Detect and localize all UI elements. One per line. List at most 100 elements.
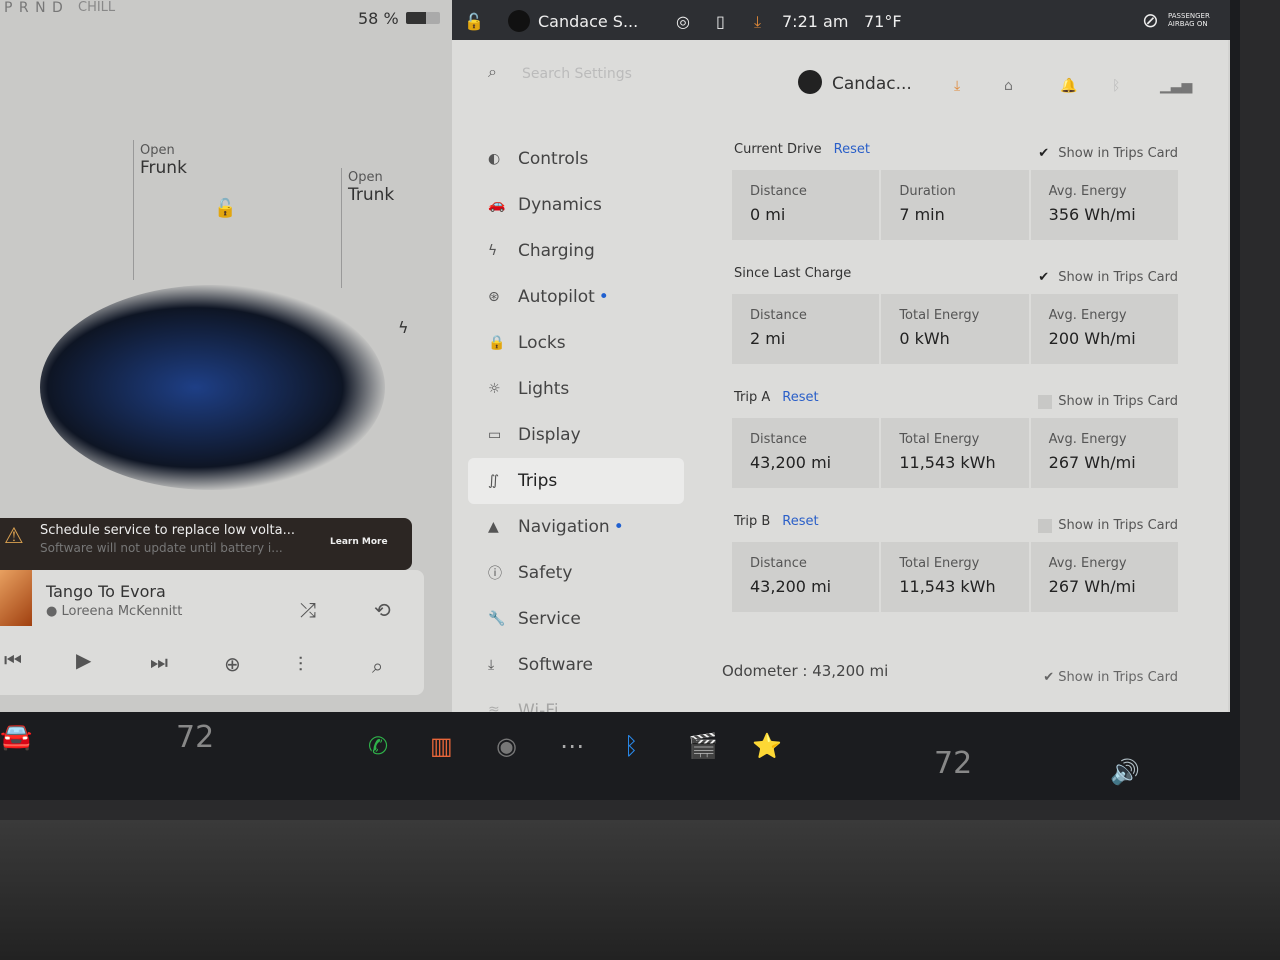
checkbox-icon xyxy=(1038,394,1053,409)
driver-temp[interactable]: 72 xyxy=(176,720,214,755)
passenger-temp[interactable]: 72 xyxy=(934,746,972,781)
section-header: Current Drive Reset xyxy=(734,142,870,157)
download-icon[interactable]: ⤓ xyxy=(754,12,761,32)
menu-item-controls[interactable]: ◐ Controls xyxy=(468,136,684,182)
trips-content: Current Drive Reset ✔ Show in Trips Card Dis… xyxy=(722,136,1178,685)
stat-value: 267 Wh/mi xyxy=(1048,577,1136,596)
song-title: Tango To Evora xyxy=(46,582,166,601)
menu-icon: ▲ xyxy=(488,519,499,535)
volume-icon[interactable]: 🔊 xyxy=(1110,758,1140,786)
user-name[interactable]: Candac... xyxy=(832,74,912,94)
stat-label: Avg. Energy xyxy=(1048,556,1127,571)
next-icon[interactable]: ⏭ xyxy=(150,650,168,674)
toybox-icon[interactable]: ⭐ xyxy=(752,732,782,760)
menu-dot: • xyxy=(598,287,609,307)
bluetooth-app-icon[interactable]: ᛒ xyxy=(624,732,638,760)
album-art xyxy=(0,570,32,626)
menu-icon: ◐ xyxy=(488,151,501,167)
reset-button[interactable]: Reset xyxy=(782,514,818,529)
media-search-icon[interactable]: ⌕ xyxy=(372,654,383,678)
trip-section: Current Drive Reset ✔ Show in Trips Card Dis… xyxy=(722,136,1178,260)
stat-label: Avg. Energy xyxy=(1048,432,1127,447)
section-header: Trip B Reset xyxy=(734,514,819,529)
stat-card: Distance 43,200 mi xyxy=(732,542,880,612)
stat-label: Distance xyxy=(750,308,807,323)
search-settings-input[interactable]: Search Settings xyxy=(522,66,632,82)
media-player: Tango To Evora ● Loreena McKennitt ⤮ ⟲ ⏮… xyxy=(0,570,424,695)
menu-item-charging[interactable]: ϟ Charging xyxy=(468,228,684,274)
show-in-trips-checkbox[interactable]: ✔ Show in Trips Card xyxy=(1038,270,1178,285)
menu-label: Charging xyxy=(518,241,595,261)
trunk-action: Open xyxy=(348,170,383,185)
equalizer-icon[interactable]: ⫶ xyxy=(298,652,303,676)
menu-item-locks[interactable]: 🔒 Locks xyxy=(468,320,684,366)
theater-icon[interactable]: 🎬 xyxy=(688,732,718,760)
open-trunk-button[interactable]: Open Trunk xyxy=(348,170,394,205)
menu-item-dynamics[interactable]: 🚗 Dynamics xyxy=(468,182,684,228)
airbag-status: PASSENGER AIRBAG ON xyxy=(1168,12,1210,28)
trip-section: Since Last Charge ✔ Show in Trips Card Dist… xyxy=(722,260,1178,384)
checkbox-label: Show in Trips Card xyxy=(1058,394,1178,409)
drive-mode: CHILL xyxy=(78,0,116,15)
stat-cards: Distance 0 mi Duration 7 min Avg. Energy 356 … xyxy=(732,170,1178,240)
stat-card: Avg. Energy 356 Wh/mi xyxy=(1030,170,1178,240)
lock-icon[interactable]: 🔓 xyxy=(464,12,484,31)
show-in-trips-checkbox[interactable]: ✔ Show in Trips Card xyxy=(1038,146,1178,161)
stat-label: Distance xyxy=(750,432,807,447)
car-icon[interactable]: 🚘 xyxy=(0,722,32,752)
stat-card: Avg. Energy 200 Wh/mi xyxy=(1030,294,1178,364)
download-icon[interactable]: ⤓ xyxy=(954,78,960,94)
play-icon[interactable]: ▶ xyxy=(76,648,91,672)
unlock-icon[interactable]: 🔓 xyxy=(214,198,236,219)
add-favorite-icon[interactable]: ⊕ xyxy=(224,652,241,676)
settings-content: ⌕ Search Settings Candac... ⤓ ⌂ 🔔 ᛒ ▁▃▅ … xyxy=(452,40,1228,721)
menu-item-autopilot[interactable]: ⊛ Autopilot • xyxy=(468,274,684,320)
car-panel: P R N D CHILL 58 % Open Frunk 🔓 Open Trunk… xyxy=(0,0,452,712)
previous-icon[interactable]: ⏮ xyxy=(4,648,22,672)
shuffle-icon[interactable]: ⤮ xyxy=(300,598,316,622)
reset-button[interactable]: Reset xyxy=(782,390,818,405)
menu-item-trips[interactable]: ∬ Trips xyxy=(468,458,684,504)
service-alert[interactable]: ⚠ Schedule service to replace low volta.… xyxy=(0,518,412,570)
stat-label: Avg. Energy xyxy=(1048,308,1127,323)
odometer-show-checkbox[interactable]: ✔ Show in Trips Card xyxy=(1043,670,1178,685)
charge-port-icon[interactable]: ϟ xyxy=(398,318,409,337)
menu-item-service[interactable]: 🔧 Service xyxy=(468,596,684,642)
more-apps-icon[interactable]: ⋯ xyxy=(560,732,584,760)
profile-name[interactable]: Candace S... xyxy=(538,12,638,31)
stat-label: Avg. Energy xyxy=(1048,184,1127,199)
voice-icon[interactable]: ▥ xyxy=(430,732,453,760)
menu-item-safety[interactable]: ⓘ Safety xyxy=(468,550,684,596)
stat-value: 356 Wh/mi xyxy=(1048,205,1136,224)
stat-value: 11,543 kWh xyxy=(899,577,996,596)
menu-icon: ∬ xyxy=(488,473,500,489)
user-avatar[interactable] xyxy=(798,70,822,94)
odometer-show-label: Show in Trips Card xyxy=(1058,670,1178,685)
outside-temp: 71°F xyxy=(864,12,902,31)
camera-icon[interactable]: ◉ xyxy=(496,732,517,760)
menu-item-lights[interactable]: ☼ Lights xyxy=(468,366,684,412)
menu-item-navigation[interactable]: ▲ Navigation • xyxy=(468,504,684,550)
menu-item-software[interactable]: ⤓ Software xyxy=(468,642,684,688)
menu-item-display[interactable]: ▭ Display xyxy=(468,412,684,458)
open-frunk-button[interactable]: Open Frunk xyxy=(140,143,187,178)
homelink-icon[interactable]: ⌂ xyxy=(1004,78,1013,94)
menu-icon: ☼ xyxy=(488,381,501,397)
airbag-icon: ⊘ xyxy=(1142,8,1159,32)
learn-more-button[interactable]: Learn More xyxy=(330,537,388,547)
notification-bell-icon[interactable]: 🔔 xyxy=(1060,78,1077,94)
repeat-icon[interactable]: ⟲ xyxy=(374,598,391,622)
lte-signal-icon: ▁▃▅ xyxy=(1160,78,1193,94)
sentry-icon[interactable]: ◎ xyxy=(676,12,690,31)
checkbox-label: Show in Trips Card xyxy=(1058,270,1178,285)
profile-avatar[interactable] xyxy=(508,10,530,32)
phone-icon[interactable]: ✆ xyxy=(368,732,388,760)
stat-label: Total Energy xyxy=(899,308,980,323)
section-header: Since Last Charge xyxy=(734,266,851,281)
show-in-trips-checkbox[interactable]: Show in Trips Card xyxy=(1038,394,1178,409)
checkbox-label: Show in Trips Card xyxy=(1058,518,1178,533)
bluetooth-icon[interactable]: ᛒ xyxy=(1112,78,1120,94)
reset-button[interactable]: Reset xyxy=(834,142,870,157)
phone-key-icon: ▯ xyxy=(716,12,725,31)
show-in-trips-checkbox[interactable]: Show in Trips Card xyxy=(1038,518,1178,533)
